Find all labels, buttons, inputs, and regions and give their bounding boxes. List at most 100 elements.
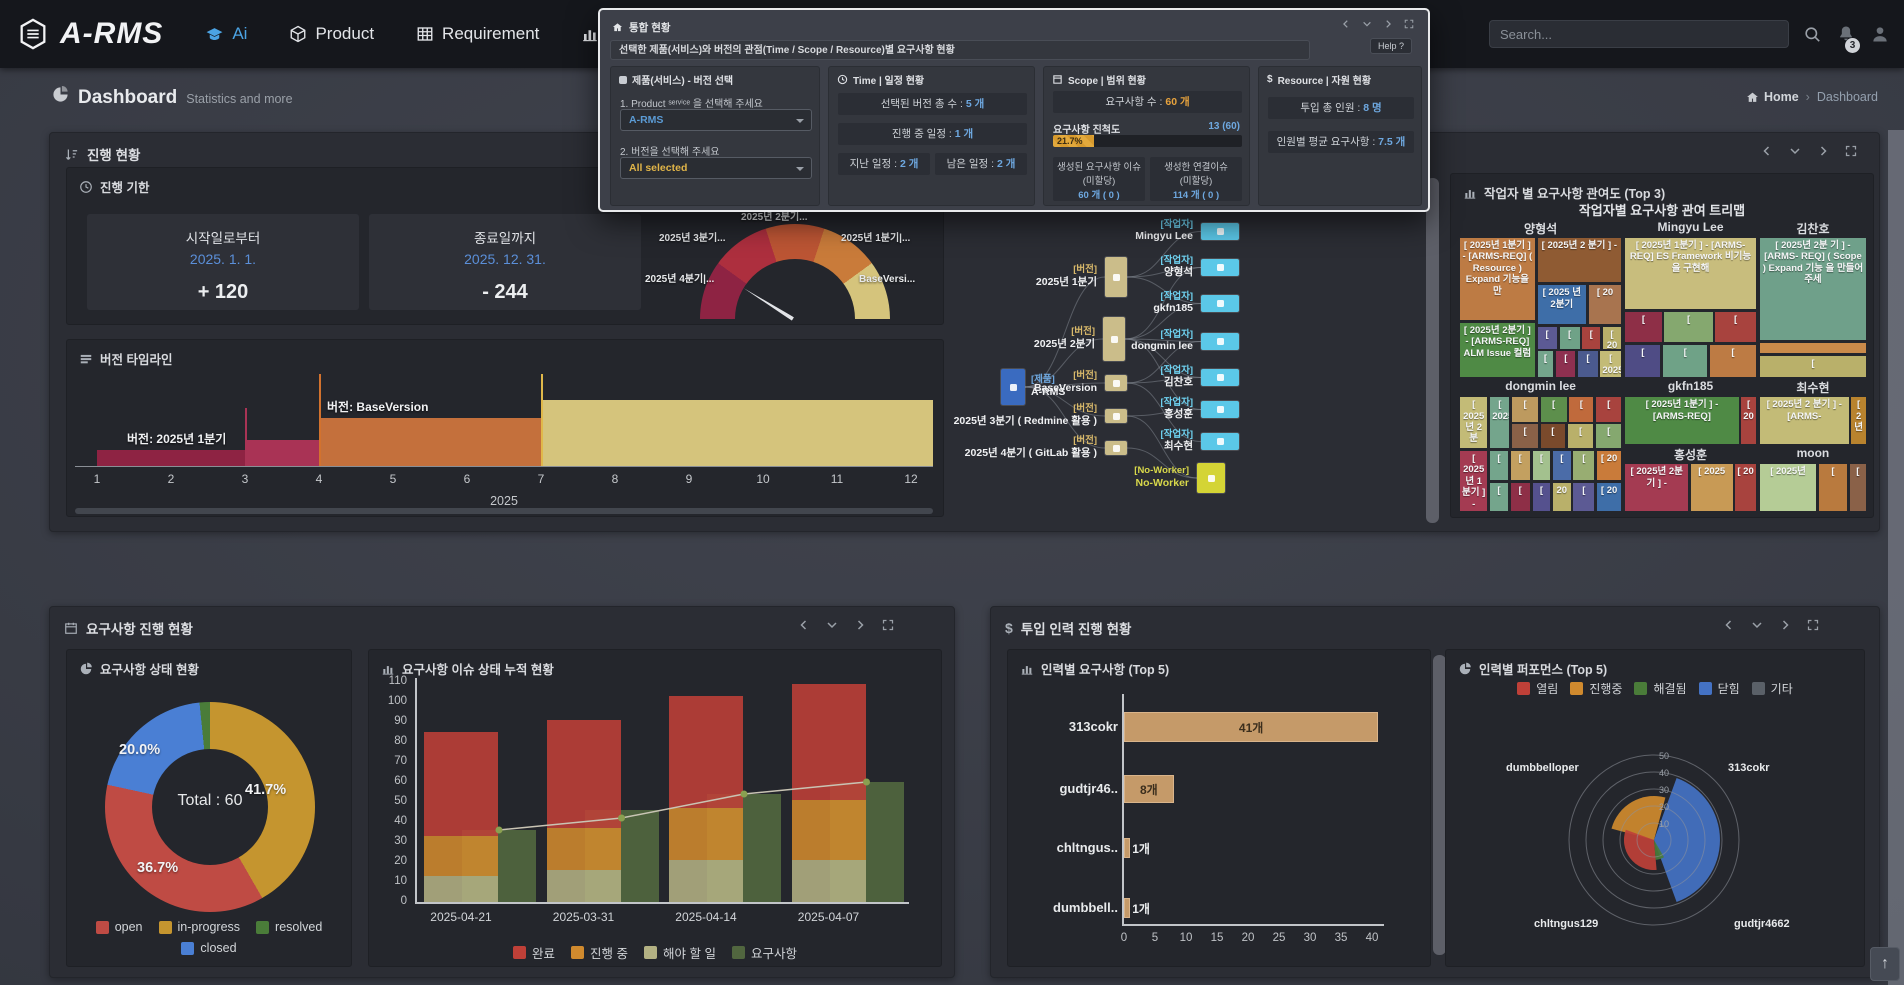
treemap-tile[interactable]: [ 2025년 1분기 ] - [ARMS-REQ] ( Resource ) … [1459, 237, 1536, 321]
expand-icon[interactable] [1845, 145, 1857, 157]
chevron-down-icon[interactable] [1789, 145, 1801, 157]
timeline-bar[interactable] [541, 400, 933, 466]
network-node-nw[interactable] [1197, 463, 1225, 493]
treemap-tile[interactable] [1759, 342, 1867, 355]
version-select[interactable]: All selected [620, 157, 812, 179]
chevron-left-icon[interactable] [798, 619, 810, 631]
treemap-tile[interactable]: [ 2025 년 2분기 [1537, 284, 1588, 325]
treemap-tile[interactable]: [ 2025 [1599, 350, 1622, 377]
bar-segment-해야 할 일[interactable] [792, 860, 866, 902]
treemap-tile[interactable]: [ [1511, 396, 1539, 423]
bar-segment-해야 할 일[interactable] [669, 860, 743, 902]
treemap-tile[interactable]: [ 20 [1596, 450, 1622, 481]
nav-item-product[interactable]: Product [289, 24, 374, 44]
chevron-down-icon[interactable] [826, 619, 838, 631]
legend-item-inprogress[interactable]: in-progress [159, 920, 241, 934]
chevron-down-icon[interactable] [1751, 619, 1763, 631]
chevron-right-icon[interactable] [1383, 19, 1393, 29]
legend-item-open[interactable]: open [96, 920, 143, 934]
treemap-tile[interactable]: [ [1559, 326, 1581, 350]
treemap-tile[interactable]: [ [1577, 350, 1598, 377]
treemap-tile[interactable]: [ 2025년 2분 기 ] - [ARMS- REQ] ( Scope ) E… [1759, 237, 1867, 341]
treemap-tile[interactable]: [ 2025년 1분기 ] - [ARMS-REQ] [1624, 396, 1739, 445]
search-input[interactable] [1489, 20, 1789, 48]
polar-sector-닫힘[interactable] [1654, 778, 1720, 902]
network-node-w1[interactable] [1201, 223, 1239, 240]
network-node-w7[interactable] [1201, 433, 1239, 450]
treemap-tile[interactable]: [ 20 [1602, 326, 1622, 350]
treemap-tile[interactable]: [ [1489, 482, 1509, 512]
treemap-tile[interactable]: [ 20 [1596, 482, 1622, 512]
bar-segment-완료[interactable] [792, 684, 866, 800]
search-icon[interactable] [1803, 25, 1822, 44]
treemap-tile[interactable]: [ [1624, 344, 1661, 378]
treemap-tile[interactable]: [ [1537, 350, 1555, 377]
treemap-tile[interactable]: [ [1663, 311, 1713, 343]
treemap-tile[interactable]: [ 2025년 2 분기 ] - [ARMS- [1759, 396, 1850, 445]
product-select[interactable]: A-RMS [620, 109, 812, 131]
legend-item-closed[interactable]: closed [181, 941, 236, 955]
user-icon[interactable] [1870, 24, 1890, 44]
legend-item-todo[interactable]: 해야 할 일 [644, 943, 716, 962]
treemap-tile[interactable]: [ [1709, 344, 1757, 378]
treemap-tile[interactable]: [ 20 [1588, 284, 1622, 325]
treemap-tile[interactable]: [ [1532, 482, 1552, 512]
expand-icon[interactable] [1404, 19, 1414, 29]
treemap-tile[interactable]: [ [1532, 450, 1552, 481]
treemap-tile[interactable]: [ [1595, 396, 1622, 423]
treemap-tile[interactable]: [ 20 [1740, 396, 1757, 445]
treemap-tile[interactable]: [ [1595, 423, 1622, 449]
nav-item-requirement[interactable]: Requirement [416, 24, 539, 44]
page-scrollbar[interactable] [1888, 130, 1904, 985]
bar-segment-완료[interactable] [669, 696, 743, 808]
expand-icon[interactable] [1807, 619, 1819, 631]
treemap-tile[interactable]: [ [1510, 450, 1531, 481]
chevron-left-icon[interactable] [1761, 145, 1773, 157]
legend-item-requirement[interactable]: 요구사항 [732, 943, 797, 962]
timeline-bar[interactable] [319, 418, 541, 466]
network-node-w5[interactable] [1201, 369, 1239, 386]
legend-item-resolved[interactable]: resolved [256, 920, 322, 934]
breadcrumb-current[interactable]: Dashboard [1817, 90, 1878, 104]
chevron-right-icon[interactable] [1779, 619, 1791, 631]
treemap-tile[interactable]: [ 2025년 1분기 ] - [ARMS-REQ] ES Framework … [1624, 237, 1757, 310]
treemap-tile[interactable]: [ [1568, 396, 1594, 423]
treemap-tile[interactable]: [ [1537, 326, 1558, 350]
treemap-tile[interactable]: [ [1818, 463, 1848, 512]
network-node-w6[interactable] [1201, 401, 1239, 418]
bar-segment-해야 할 일[interactable] [424, 876, 498, 902]
notifications-button[interactable]: 3 [1836, 24, 1856, 44]
network-node-w3[interactable] [1201, 295, 1239, 312]
treemap-tile[interactable]: [ 2025 [1690, 463, 1734, 512]
treemap-tile[interactable]: [ [1552, 450, 1572, 481]
treemap-tile[interactable]: [ 2 년 [1850, 396, 1867, 445]
treemap-tile[interactable]: [ [1510, 482, 1531, 512]
network-node-w2[interactable] [1201, 259, 1239, 276]
treemap-tile[interactable]: [ [1759, 355, 1867, 378]
treemap-tile[interactable]: [ [1572, 482, 1595, 512]
bar-chltngus..[interactable] [1124, 838, 1130, 858]
timeline-bar[interactable] [245, 440, 319, 466]
treemap-tile[interactable]: [ [1511, 423, 1539, 449]
treemap-tile[interactable]: [ [1489, 450, 1509, 481]
help-button[interactable]: Help ? [1370, 38, 1412, 54]
timeline-bar[interactable] [97, 450, 245, 466]
treemap-tile[interactable]: [ [1540, 423, 1566, 449]
treemap-tile[interactable]: [ [1581, 326, 1601, 350]
nav-item-ai[interactable]: Ai [205, 24, 247, 44]
bar-dumbbell..[interactable] [1124, 898, 1130, 918]
treemap-tile[interactable]: [ [1624, 311, 1662, 343]
treemap-tile[interactable]: [ [1567, 423, 1595, 449]
treemap-tile[interactable]: [ [1849, 463, 1867, 512]
legend-item-doing[interactable]: 진행 중 [571, 943, 628, 962]
bar-segment-진행 중[interactable] [547, 828, 621, 870]
expand-icon[interactable] [882, 619, 894, 631]
treemap-tile[interactable]: 20 [1552, 482, 1572, 512]
treemap-tile[interactable]: [ 2025년 2분기 ] - [1624, 463, 1689, 512]
chevron-left-icon[interactable] [1341, 19, 1351, 29]
bar-segment-완료[interactable] [547, 720, 621, 828]
bar-segment-진행 중[interactable] [424, 836, 498, 876]
treemap-tile[interactable]: [ 2025년 2 분기 ] - [1537, 237, 1623, 283]
treemap-tile[interactable]: [ 2025년 2분기 ] - [ARMS-REQ] ALM Issue 컬럼 [1459, 322, 1536, 378]
treemap-tile[interactable]: [ [1714, 311, 1756, 343]
